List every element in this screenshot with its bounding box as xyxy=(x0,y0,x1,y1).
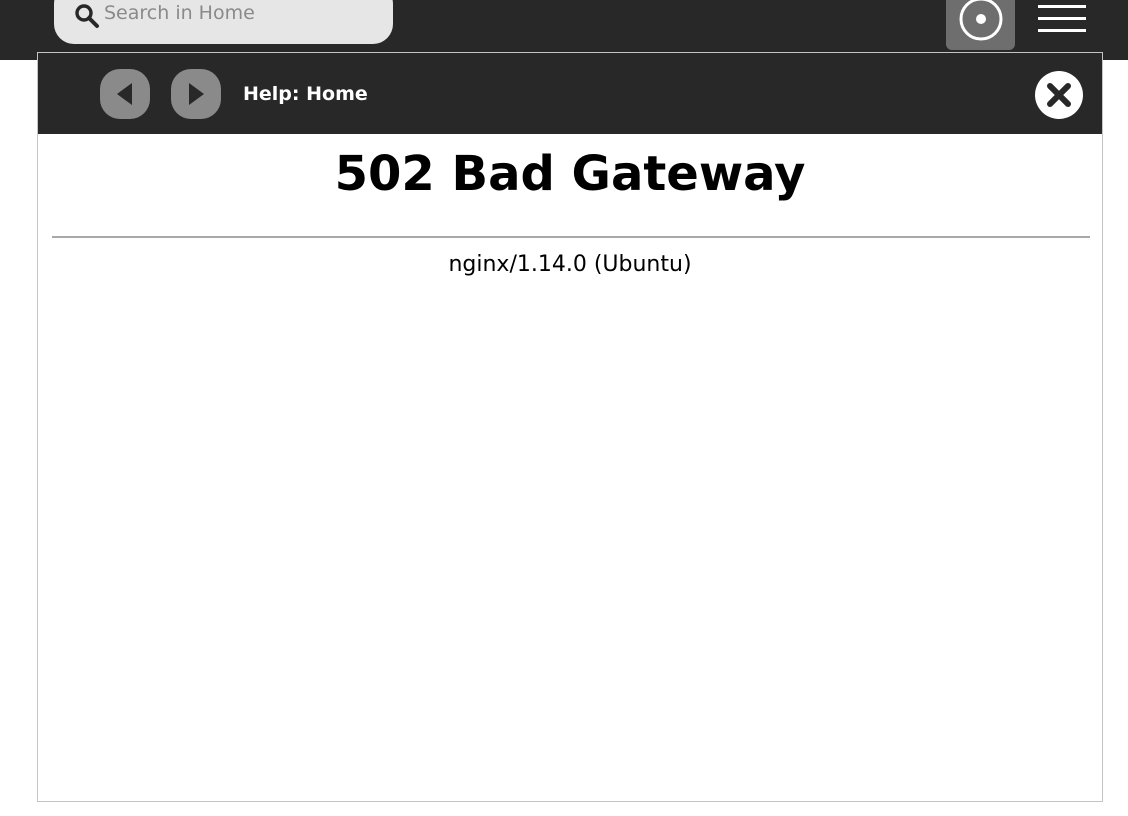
menu-button[interactable] xyxy=(1032,0,1092,40)
hamburger-menu-icon xyxy=(1038,5,1086,32)
dialog-title: Help: Home xyxy=(243,83,368,105)
record-icon xyxy=(959,0,1003,41)
search-icon xyxy=(75,4,99,28)
record-button[interactable] xyxy=(946,0,1015,50)
search-input[interactable]: Search in Home xyxy=(54,0,393,44)
back-button[interactable] xyxy=(100,69,150,119)
close-button[interactable] xyxy=(1034,70,1084,120)
dialog-header: Help: Home xyxy=(38,53,1102,134)
divider xyxy=(52,236,1090,238)
forward-button[interactable] xyxy=(171,69,221,119)
help-content: 502 Bad Gateway nginx/1.14.0 (Ubuntu) xyxy=(38,134,1102,801)
help-dialog: Help: Home 502 Bad Gateway nginx/1.14.0 … xyxy=(37,52,1103,802)
search-placeholder: Search in Home xyxy=(104,2,255,24)
server-info: nginx/1.14.0 (Ubuntu) xyxy=(448,252,692,277)
error-heading: 502 Bad Gateway xyxy=(334,146,806,202)
top-bar: Search in Home xyxy=(0,0,1128,60)
